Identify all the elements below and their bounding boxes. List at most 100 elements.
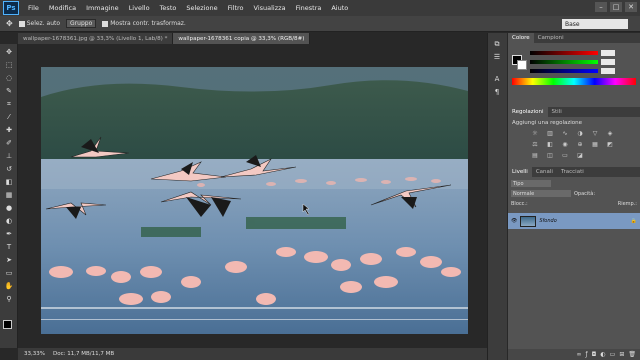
posterize-icon[interactable]: ▤ bbox=[530, 151, 540, 159]
shape-icon[interactable]: ▭ bbox=[3, 268, 15, 278]
menu-file[interactable]: File bbox=[23, 4, 44, 12]
folder-icon[interactable]: ▭ bbox=[610, 351, 616, 358]
menu-immagine[interactable]: Immagine bbox=[81, 4, 124, 12]
adjust-icons: ☼ ▥ ∿ ◑ ▽ ◈ ⚖ ◧ ◉ ⊕ ▦ ◩ ▤ ◫ ▭ ◪ bbox=[508, 129, 640, 159]
status-bar: 33,33% Doc: 11,7 MB/11,7 MB bbox=[18, 348, 487, 360]
image-canvas[interactable] bbox=[41, 67, 468, 334]
hue-icon[interactable]: ◈ bbox=[605, 129, 615, 137]
trash-icon[interactable]: 🗑 bbox=[628, 351, 636, 358]
color-spectrum[interactable] bbox=[512, 78, 636, 85]
workspace-select[interactable]: Base bbox=[562, 19, 628, 29]
blend-mode-select[interactable]: Normale bbox=[511, 190, 571, 197]
gradient-icon[interactable]: ▦ bbox=[3, 190, 15, 200]
tab-document-1[interactable]: wallpaper-1678361.jpg @ 33,3% (Livello 1… bbox=[18, 33, 174, 44]
checkbox-icon[interactable] bbox=[18, 20, 25, 27]
tab-regolazioni[interactable]: Regolazioni bbox=[508, 107, 548, 117]
fx-icon[interactable]: ƒ bbox=[586, 351, 588, 358]
lock-icon: 🔒 bbox=[630, 218, 637, 224]
tab-tracciati[interactable]: Tracciati bbox=[557, 167, 588, 177]
red-value[interactable] bbox=[601, 49, 615, 56]
vibrance-icon[interactable]: ▽ bbox=[590, 129, 600, 137]
mask-icon[interactable]: ◘ bbox=[592, 351, 597, 358]
adjustment-icon[interactable]: ◐ bbox=[600, 351, 605, 358]
panel-icon-strip: ⧉ ☰ A ¶ bbox=[487, 33, 507, 360]
color-swatches[interactable] bbox=[3, 320, 17, 334]
menu-testo[interactable]: Testo bbox=[155, 4, 182, 12]
red-slider[interactable] bbox=[530, 50, 598, 55]
color-panel bbox=[508, 49, 640, 101]
checkbox-icon[interactable] bbox=[102, 20, 109, 27]
menu-visualizza[interactable]: Visualizza bbox=[249, 4, 291, 12]
adjust-panel-tabs: Regolazioni Stili bbox=[508, 107, 640, 117]
eraser-icon[interactable]: ◧ bbox=[3, 177, 15, 187]
color-swatch-bg[interactable] bbox=[517, 60, 527, 70]
layers-footer: ∞ ƒ ◘ ◐ ▭ ⊞ 🗑 bbox=[508, 349, 640, 360]
blue-slider[interactable] bbox=[530, 68, 598, 73]
bw-icon[interactable]: ◧ bbox=[545, 140, 555, 148]
tab-document-2[interactable]: wallpaper-1678361 copia @ 33,3% (RGB/8#) bbox=[173, 33, 311, 44]
brightness-icon[interactable]: ☼ bbox=[530, 129, 540, 137]
select-auto-option[interactable]: Selez. auto bbox=[18, 20, 60, 27]
photo-filter-icon[interactable]: ◉ bbox=[560, 140, 570, 148]
marquee-icon[interactable]: ⬚ bbox=[3, 60, 15, 70]
move-icon[interactable]: ✥ bbox=[3, 47, 15, 57]
gradient-map-icon[interactable]: ▭ bbox=[560, 151, 570, 159]
maximize-button[interactable]: □ bbox=[610, 2, 622, 12]
dodge-icon[interactable]: ◐ bbox=[3, 216, 15, 226]
menu-aiuto[interactable]: Aiuto bbox=[326, 4, 353, 12]
tab-livelli[interactable]: Livelli bbox=[508, 167, 532, 177]
eyedropper-icon[interactable]: ⁄ bbox=[3, 112, 15, 122]
history-brush-icon[interactable]: ↺ bbox=[3, 164, 15, 174]
blue-value[interactable] bbox=[601, 67, 615, 74]
menu-filtro[interactable]: Filtro bbox=[223, 4, 249, 12]
stamp-icon[interactable]: ⊥ bbox=[3, 151, 15, 161]
zoom-level[interactable]: 33,33% bbox=[24, 351, 45, 357]
paragraph-icon[interactable]: ¶ bbox=[491, 87, 503, 97]
tab-colore[interactable]: Colore bbox=[508, 33, 534, 43]
pen-icon[interactable]: ✒ bbox=[3, 229, 15, 239]
link-icon[interactable]: ∞ bbox=[577, 351, 582, 358]
curves-icon[interactable]: ∿ bbox=[560, 129, 570, 137]
move-tool-icon[interactable]: ✥ bbox=[6, 19, 13, 28]
close-button[interactable]: ✕ bbox=[625, 2, 637, 12]
path-select-icon[interactable]: ➤ bbox=[3, 255, 15, 265]
history-icon[interactable]: ⧉ bbox=[491, 39, 503, 49]
menu-finestra[interactable]: Finestra bbox=[291, 4, 327, 12]
minimize-button[interactable]: – bbox=[595, 2, 607, 12]
lookup-icon[interactable]: ▦ bbox=[590, 140, 600, 148]
lasso-icon[interactable]: ◌ bbox=[3, 73, 15, 83]
green-value[interactable] bbox=[601, 58, 615, 65]
crop-icon[interactable]: ⌗ bbox=[3, 99, 15, 109]
invert-icon[interactable]: ◩ bbox=[605, 140, 615, 148]
opacity-label: Opacità: bbox=[574, 190, 596, 197]
eye-icon[interactable]: 👁 bbox=[511, 218, 517, 224]
selective-color-icon[interactable]: ◪ bbox=[575, 151, 585, 159]
threshold-icon[interactable]: ◫ bbox=[545, 151, 555, 159]
balance-icon[interactable]: ⚖ bbox=[530, 140, 540, 148]
exposure-icon[interactable]: ◑ bbox=[575, 129, 585, 137]
menu-modifica[interactable]: Modifica bbox=[44, 4, 81, 12]
green-slider[interactable] bbox=[530, 59, 598, 64]
new-layer-icon[interactable]: ⊞ bbox=[619, 351, 624, 358]
quick-select-icon[interactable]: ✎ bbox=[3, 86, 15, 96]
layer-kind-filter[interactable]: Tipo bbox=[511, 180, 551, 187]
type-icon[interactable]: T bbox=[3, 242, 15, 252]
transform-option[interactable]: Mostra contr. trasformaz. bbox=[102, 20, 186, 27]
tab-campioni[interactable]: Campioni bbox=[534, 33, 568, 43]
menu-livello[interactable]: Livello bbox=[124, 4, 155, 12]
properties-icon[interactable]: ☰ bbox=[491, 52, 503, 62]
menu-selezione[interactable]: Selezione bbox=[181, 4, 222, 12]
blur-icon[interactable]: ● bbox=[3, 203, 15, 213]
foreground-color[interactable] bbox=[3, 320, 12, 329]
zoom-icon[interactable]: ⚲ bbox=[3, 294, 15, 304]
hand-icon[interactable]: ✋ bbox=[3, 281, 15, 291]
group-select[interactable]: Gruppo bbox=[66, 19, 97, 28]
brush-icon[interactable]: ✐ bbox=[3, 138, 15, 148]
healing-icon[interactable]: ✚ bbox=[3, 125, 15, 135]
layer-row-sfondo[interactable]: 👁 Sfondo 🔒 bbox=[508, 213, 640, 229]
tab-stili[interactable]: Stili bbox=[548, 107, 566, 117]
character-icon[interactable]: A bbox=[491, 74, 503, 84]
levels-icon[interactable]: ▥ bbox=[545, 129, 555, 137]
tab-canali[interactable]: Canali bbox=[532, 167, 557, 177]
channel-mixer-icon[interactable]: ⊕ bbox=[575, 140, 585, 148]
